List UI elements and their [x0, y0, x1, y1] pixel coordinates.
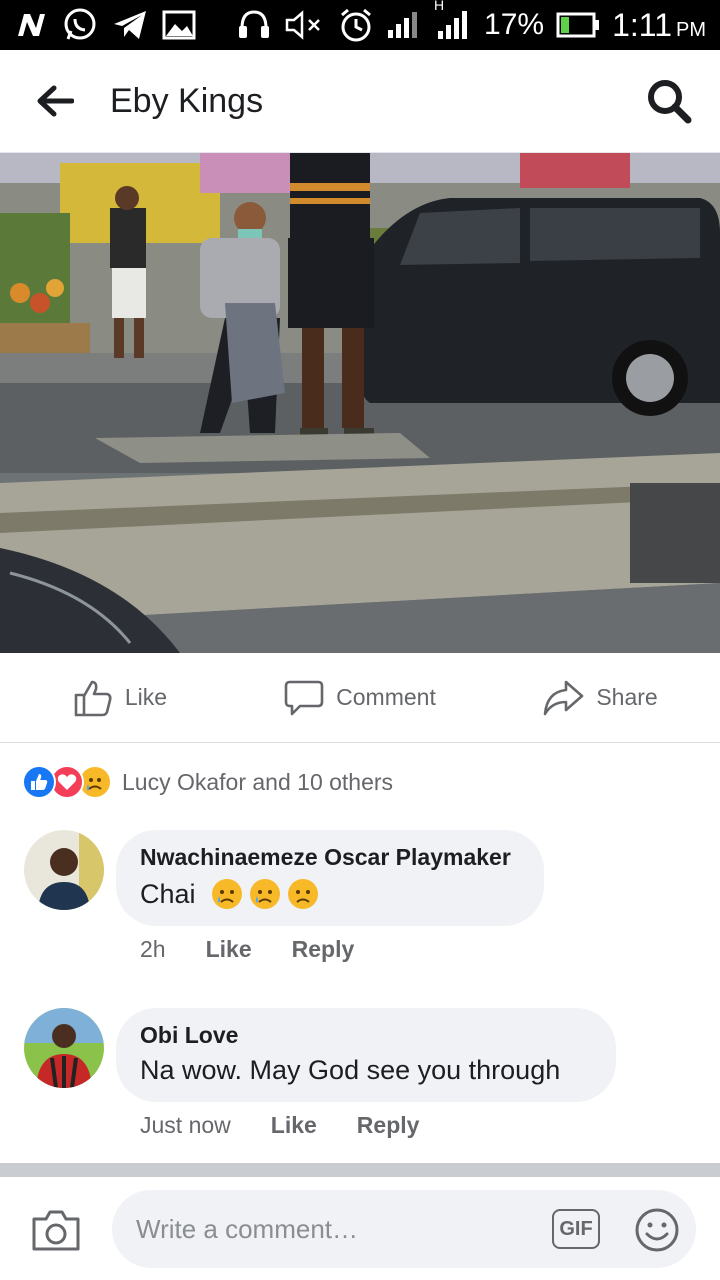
camera-icon	[32, 1210, 80, 1251]
comment-text: Chai	[140, 877, 518, 911]
status-bar: H 17% 1:11 PM	[0, 0, 720, 50]
comment-meta: 2h Like Reply	[140, 936, 354, 963]
wifi-signal-icon	[386, 10, 422, 40]
share-arrow-icon	[544, 680, 584, 715]
search-icon	[648, 80, 692, 124]
gif-button[interactable]: GIF	[552, 1209, 600, 1249]
comment-like-button[interactable]: Like	[271, 1112, 317, 1139]
reactions-count-text: Lucy Okafor and 10 others	[122, 768, 394, 795]
image-icon	[162, 10, 196, 40]
post-actions: Like Comment Share	[0, 653, 720, 743]
sad-face-icon	[249, 879, 280, 909]
speech-bubble-icon	[284, 680, 324, 715]
telegram-icon	[112, 9, 148, 41]
like-reaction-icon	[22, 765, 56, 799]
comment-meta: Just now Like Reply	[140, 1112, 419, 1139]
clock: 1:11 PM	[612, 6, 706, 43]
back-button[interactable]	[0, 50, 110, 153]
comment-reply-button[interactable]: Reply	[292, 936, 355, 963]
comment-reply-button[interactable]: Reply	[357, 1112, 420, 1139]
share-button[interactable]: Share	[480, 653, 720, 743]
comment-author[interactable]: Nwachinaemeze Oscar Playmaker	[140, 844, 518, 871]
thumbs-up-icon	[74, 680, 112, 716]
page-title: Eby Kings	[110, 81, 264, 120]
battery-icon	[556, 12, 600, 38]
n-icon	[14, 10, 48, 40]
battery-percent: 17%	[484, 8, 545, 41]
comment-button[interactable]: Comment	[240, 653, 480, 743]
comment-text: Na wow. May God see you through	[140, 1055, 561, 1085]
headset-icon	[236, 8, 272, 42]
comment-like-button[interactable]: Like	[206, 936, 252, 963]
avatar[interactable]	[24, 830, 104, 910]
divider	[0, 1163, 720, 1177]
share-label: Share	[596, 684, 658, 710]
comment-author[interactable]: Obi Love	[140, 1022, 590, 1049]
street-scene-image	[0, 153, 720, 653]
comment-time: Just now	[140, 1112, 231, 1138]
sad-face-icon	[287, 879, 318, 909]
camera-button[interactable]	[30, 1207, 82, 1253]
comment-bubble[interactable]: Obi Love Na wow. May God see you through	[116, 1008, 616, 1102]
arrow-left-icon	[37, 85, 74, 117]
comment-time: 2h	[140, 936, 166, 962]
app-header: Eby Kings	[0, 50, 720, 153]
system-icons: H 17% 1:11 PM	[236, 0, 706, 44]
mute-icon	[284, 9, 326, 41]
comment-bubble[interactable]: Nwachinaemeze Oscar Playmaker Chai	[116, 830, 544, 926]
whatsapp-icon	[62, 7, 98, 43]
comment-input[interactable]	[112, 1190, 696, 1268]
comment-label: Comment	[336, 684, 436, 710]
like-button[interactable]: Like	[0, 653, 240, 743]
like-label: Like	[124, 684, 168, 710]
avatar[interactable]	[24, 1008, 104, 1088]
search-button[interactable]	[646, 78, 692, 124]
comment-composer: GIF	[0, 1177, 720, 1280]
notification-icons	[14, 7, 196, 43]
alarm-icon	[338, 7, 374, 43]
reactions-summary[interactable]: Lucy Okafor and 10 others	[22, 762, 393, 802]
post-photo[interactable]	[0, 153, 720, 653]
cell-signal-icon: H	[434, 0, 472, 41]
smiley-icon	[635, 1208, 679, 1252]
sad-face-icon	[211, 879, 242, 909]
network-type: H	[434, 0, 445, 13]
sticker-button[interactable]	[634, 1207, 680, 1253]
